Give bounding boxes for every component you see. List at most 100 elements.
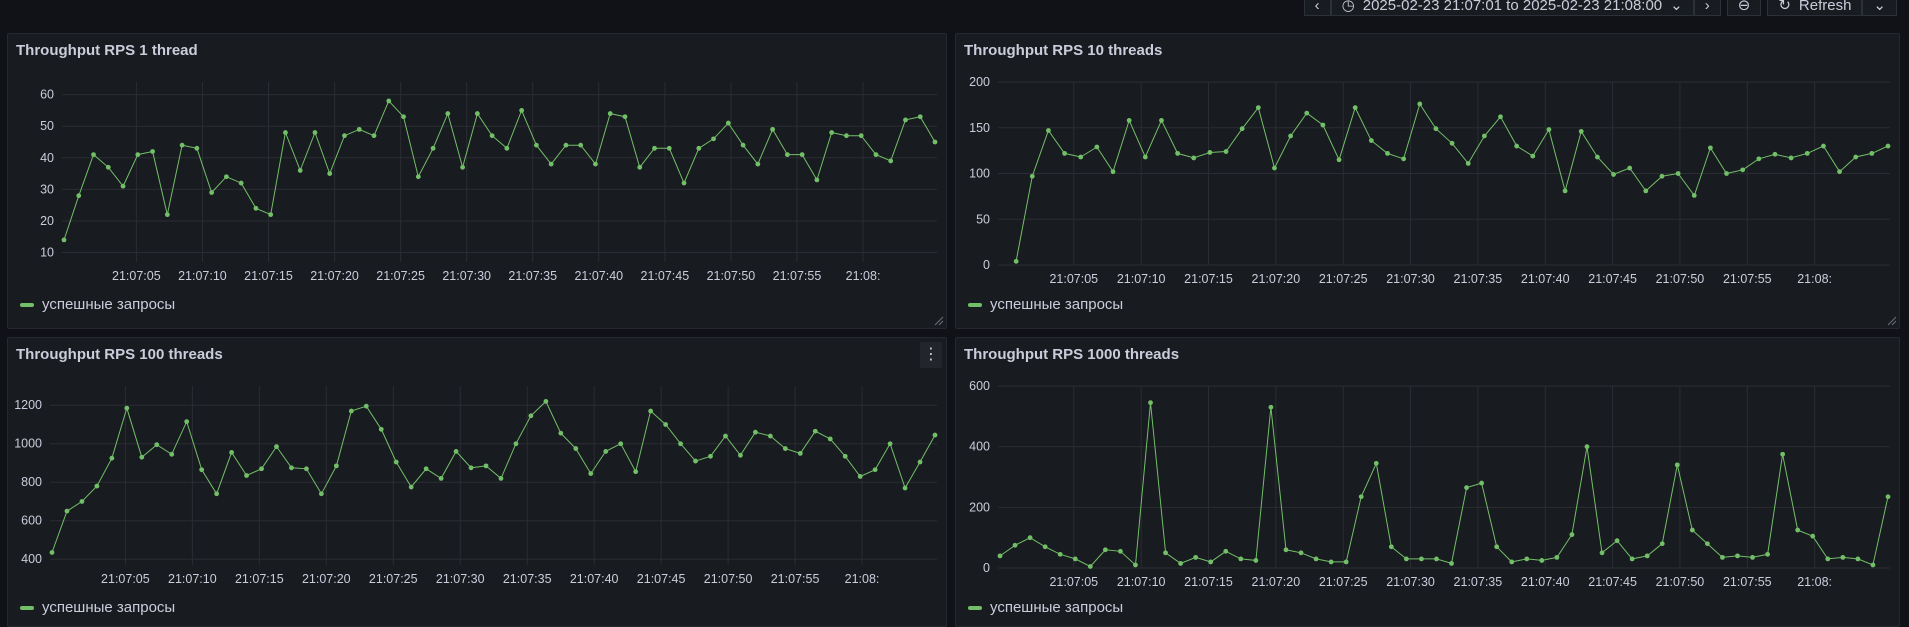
legend[interactable]: успешные запросы xyxy=(968,296,1123,313)
data-point xyxy=(105,164,111,170)
x-tick-label: 21:07:15 xyxy=(235,572,284,586)
data-point xyxy=(663,422,669,427)
data-point xyxy=(784,152,790,158)
time-range-picker[interactable]: ◷ 2025-02-23 21:07:01 to 2025-02-23 21:0… xyxy=(1330,0,1694,16)
data-point xyxy=(214,491,220,497)
data-point xyxy=(1837,169,1842,175)
x-tick-label: 21:07:35 xyxy=(503,572,552,586)
data-point xyxy=(1780,451,1786,457)
series-line xyxy=(63,99,936,241)
data-point xyxy=(1313,556,1319,562)
data-point xyxy=(1720,554,1725,560)
data-point xyxy=(453,449,459,454)
data-point xyxy=(1546,127,1552,132)
refresh-button[interactable]: ↻ Refresh xyxy=(1767,0,1863,16)
data-point xyxy=(696,145,702,151)
x-tick-label: 21:07:05 xyxy=(112,269,161,283)
data-point xyxy=(708,453,713,459)
data-point xyxy=(1087,564,1093,569)
data-point xyxy=(814,177,820,183)
data-point xyxy=(711,136,716,142)
time-back-button[interactable]: ‹ xyxy=(1303,0,1331,16)
data-point xyxy=(259,466,264,472)
x-tick-label: 21:07:35 xyxy=(508,269,557,283)
data-point xyxy=(1795,527,1801,533)
x-tick-label: 21:07:45 xyxy=(637,572,686,586)
x-tick-label: 21:07:55 xyxy=(1723,272,1772,286)
data-point xyxy=(333,463,339,469)
data-point xyxy=(1178,561,1184,566)
x-tick-label: 21:07:10 xyxy=(1117,272,1166,286)
data-point xyxy=(1494,544,1500,550)
legend[interactable]: успешные запросы xyxy=(20,296,175,313)
x-tick-label: 21:07:30 xyxy=(1386,575,1435,589)
data-point xyxy=(1175,150,1180,156)
y-tick-label: 100 xyxy=(969,167,990,181)
line-chart[interactable]: 400 600 800 1000 1200 21:07:05 21:07:10 21:07:1… xyxy=(8,338,947,627)
x-tick-label: 21:07:05 xyxy=(101,572,150,586)
data-point xyxy=(1013,258,1019,264)
data-point xyxy=(1352,105,1358,111)
data-point xyxy=(76,193,82,199)
data-point xyxy=(1821,143,1826,149)
legend-label: успешные запросы xyxy=(42,599,176,616)
data-point xyxy=(1740,167,1746,173)
chevron-down-icon: ⌄ xyxy=(1670,0,1683,14)
data-point xyxy=(1704,541,1710,547)
y-tick-label: 50 xyxy=(40,119,54,133)
y-tick-label: 40 xyxy=(40,151,54,165)
x-tick-label: 21:07:50 xyxy=(1656,575,1705,589)
x-tick-label: 21:07:15 xyxy=(1184,272,1233,286)
data-point xyxy=(179,142,185,148)
data-point xyxy=(498,475,504,481)
y-tick-label: 800 xyxy=(21,475,42,489)
x-tick-label: 21:07:20 xyxy=(302,572,351,586)
data-point xyxy=(1191,155,1197,161)
time-forward-button[interactable]: › xyxy=(1693,0,1721,16)
data-point xyxy=(1724,171,1729,176)
data-point xyxy=(1343,559,1349,565)
y-tick-label: 600 xyxy=(21,514,42,528)
data-point xyxy=(79,499,85,504)
data-point xyxy=(753,429,758,435)
data-point xyxy=(558,430,564,436)
y-tick-label: 200 xyxy=(969,500,990,514)
data-point xyxy=(1765,551,1770,557)
y-tick-label: 30 xyxy=(40,182,54,196)
legend[interactable]: успешные запросы xyxy=(968,599,1123,616)
x-tick-label: 21:07:05 xyxy=(1049,575,1098,589)
zoom-out-icon: ⊖ xyxy=(1737,0,1751,14)
zoom-out-button[interactable]: ⊖ xyxy=(1726,0,1762,16)
data-point xyxy=(1027,535,1033,541)
data-point xyxy=(797,450,803,456)
data-point xyxy=(229,450,234,455)
data-point xyxy=(812,428,818,434)
data-point xyxy=(483,463,489,469)
resize-handle-icon[interactable] xyxy=(934,316,944,326)
data-point xyxy=(91,152,96,158)
data-point xyxy=(1110,169,1116,175)
refresh-interval-dropdown[interactable]: ⌄ xyxy=(1862,0,1897,16)
data-point xyxy=(1675,171,1681,176)
data-point xyxy=(1419,556,1424,562)
data-point xyxy=(297,168,303,173)
data-point xyxy=(534,142,539,148)
y-tick-label: 200 xyxy=(969,75,990,89)
data-point xyxy=(238,180,244,186)
data-point xyxy=(1433,126,1439,132)
data-point xyxy=(1283,547,1289,553)
line-chart[interactable]: 0 50 100 150 200 21:07:05 21:07:10 21:07:15 21:0… xyxy=(956,34,1900,329)
data-point xyxy=(1401,156,1407,162)
resize-handle-icon[interactable] xyxy=(1887,316,1897,326)
line-chart[interactable]: 10 20 30 40 50 60 21:07:05 21:07:10 21:07:15 21:0… xyxy=(8,34,947,329)
data-point xyxy=(1853,154,1859,160)
chevron-right-icon: › xyxy=(1704,0,1710,14)
panel-rps-1000-threads: Throughput RPS 1000 threads 0 200 400 600 21… xyxy=(955,337,1900,627)
data-point xyxy=(1509,559,1515,565)
y-tick-label: 10 xyxy=(40,246,54,260)
line-chart[interactable]: 0 200 400 600 21:07:05 21:07:10 21:07:15 21:07:… xyxy=(956,338,1900,627)
data-point xyxy=(678,441,683,447)
data-point xyxy=(1659,173,1665,179)
legend[interactable]: успешные запросы xyxy=(20,599,175,616)
data-point xyxy=(607,111,613,116)
